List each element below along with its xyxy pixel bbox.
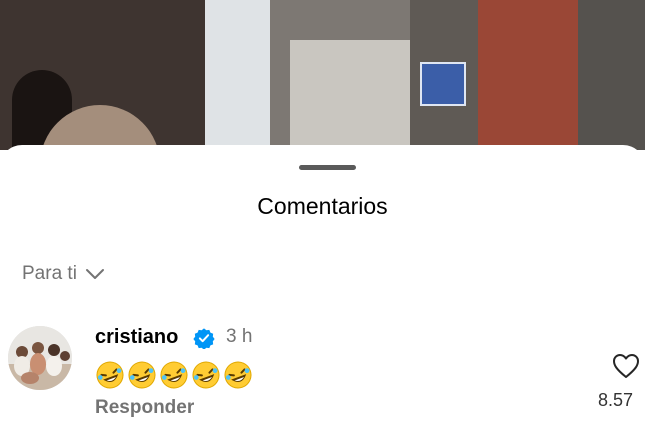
chevron-down-icon (85, 269, 104, 279)
background-building-right (578, 0, 645, 150)
background-photo (0, 0, 645, 150)
comment-item: cristiano 3 h Responder 8.57 (0, 320, 645, 420)
verified-badge-icon (193, 328, 215, 349)
reply-button[interactable]: Responder (95, 397, 194, 419)
comments-sort-filter[interactable]: Para ti (22, 263, 105, 285)
background-sky (205, 0, 275, 150)
rofl-emoji-icon (224, 361, 252, 389)
heart-icon[interactable] (612, 353, 640, 379)
comment-text (95, 360, 253, 390)
sheet-title: Comentarios (257, 193, 388, 219)
comments-sheet: Comentarios Para ti cristiano 3 h Respon… (0, 145, 645, 435)
avatar[interactable] (8, 326, 72, 390)
comment-username[interactable]: cristiano (95, 326, 178, 349)
rofl-emoji-icon (160, 361, 188, 389)
rofl-emoji-icon (128, 361, 156, 389)
background-street-sign (420, 62, 466, 106)
like-count: 8.57 (598, 390, 634, 410)
rofl-emoji-icon (96, 361, 124, 389)
background-building-brick (478, 0, 578, 150)
comment-timestamp: 3 h (226, 326, 253, 347)
background-building-wall (290, 40, 410, 150)
sheet-drag-handle[interactable] (299, 165, 356, 170)
rofl-emoji-icon (192, 361, 220, 389)
filter-label: Para ti (22, 263, 77, 284)
